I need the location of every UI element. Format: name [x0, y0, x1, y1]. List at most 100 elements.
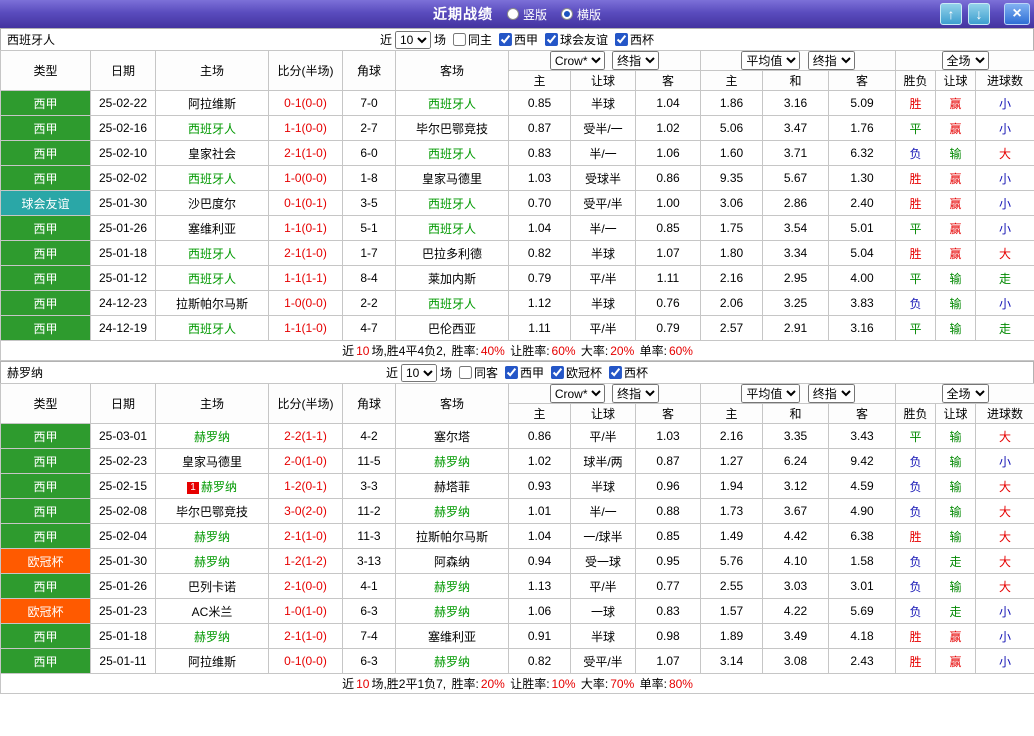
scope-group: 全场 [895, 50, 1034, 71]
corners-cell: 11-5 [342, 448, 396, 474]
asia-away-odds: 0.96 [634, 473, 702, 499]
team-name-text: 西班牙人 [427, 96, 476, 111]
euro-away-odds: 6.32 [828, 140, 897, 166]
date-cell: 25-02-16 [90, 115, 156, 141]
scope-select[interactable]: 全场 [941, 51, 989, 70]
home-team-cell: 塞维利亚 [155, 215, 269, 241]
result-wdl: 胜 [895, 240, 937, 266]
team-name-text: AC米兰 [191, 604, 233, 619]
league-filter-ucl[interactable]: 欧冠杯 [547, 364, 602, 381]
league-filter-laliga[interactable]: 西甲 [495, 31, 538, 48]
asia-handicap: 一/球半 [570, 523, 636, 549]
odds-stage-select[interactable]: 终指 [612, 384, 660, 403]
away-team-cell: 西班牙人 [395, 190, 509, 216]
close-button[interactable]: × [1004, 3, 1030, 25]
asia-away-odds: 0.83 [634, 598, 702, 624]
euro-stage-select[interactable]: 终指 [807, 51, 855, 70]
euro-away-odds: 2.43 [828, 648, 897, 674]
league-checkbox[interactable] [609, 366, 623, 379]
result-goals: 大 [975, 140, 1034, 166]
away-team-cell: 巴拉多利德 [395, 240, 509, 266]
summary-text: 60% [668, 344, 693, 358]
recent-count-select[interactable]: 10 [400, 363, 437, 382]
asia-away-odds: 1.07 [634, 648, 702, 674]
asia-home-odds: 1.02 [508, 448, 571, 474]
league-checkbox[interactable] [615, 33, 629, 46]
results-body: 西甲 25-02-22 阿拉维斯 0-1(0-0) 7-0 西班牙人 0.85 半球 1.04 1… [0, 90, 1034, 341]
euro-draw-odds: 3.12 [762, 473, 830, 499]
asia-handicap: 受平/半 [570, 648, 636, 674]
scope-select[interactable]: 全场 [941, 384, 989, 403]
odds-company-select[interactable]: Crow* [549, 51, 605, 70]
asia-home-odds: 0.79 [508, 265, 571, 291]
corners-cell: 8-4 [342, 265, 396, 291]
team-name-text: 莱加内斯 [427, 271, 476, 286]
team-name-text: 毕尔巴鄂竞技 [175, 504, 248, 519]
scroll-up-button[interactable]: ↑ [940, 3, 962, 25]
league-cell: 欧冠杯 [0, 548, 91, 574]
euro-draw-odds: 6.24 [762, 448, 830, 474]
league-filter-copa[interactable]: 西杯 [605, 364, 648, 381]
score-cell: 0-1(0-0) [268, 648, 343, 674]
same-venue-checkbox[interactable] [458, 366, 472, 379]
euro-stage-select[interactable]: 终指 [807, 384, 855, 403]
summary-text: 80% [668, 677, 693, 691]
euro-draw-odds: 3.49 [762, 623, 830, 649]
odds-company-select[interactable]: Crow* [549, 384, 605, 403]
odds-stage-select[interactable]: 终指 [612, 51, 660, 70]
league-checkbox[interactable] [499, 33, 512, 46]
euro-home-odds: 1.86 [700, 90, 764, 116]
home-team-cell: 赫罗纳 [155, 423, 269, 449]
radio-horizontal-label: 横版 [577, 7, 602, 22]
asia-odds-group: Crow* 终指 [507, 383, 702, 404]
euro-home-odds: 3.06 [700, 190, 764, 216]
table-row: 欧冠杯 25-01-23 AC米兰 1-0(1-0) 6-3 赫罗纳 1.06 一球 0.83 1… [0, 598, 1034, 624]
layout-radio-vertical[interactable]: 竖版 [506, 6, 547, 23]
col-asia-away: 客 [634, 403, 702, 424]
league-cell: 西甲 [0, 623, 91, 649]
result-goals: 大 [975, 523, 1034, 549]
score-cell: 2-0(1-0) [268, 448, 343, 474]
league-checkbox[interactable] [505, 366, 518, 379]
away-team-cell: 赫塔菲 [395, 473, 509, 499]
team-name-text: 西班牙人 [427, 296, 476, 311]
score-cell: 2-1(1-0) [268, 140, 343, 166]
score-cell: 1-2(1-2) [268, 548, 343, 574]
same-venue-filter[interactable]: 同主 [449, 31, 492, 48]
euro-avg-select[interactable]: 平均值 [741, 51, 801, 70]
league-filter-friendly[interactable]: 球会友谊 [541, 31, 608, 48]
euro-away-odds: 5.01 [828, 215, 897, 241]
same-venue-checkbox[interactable] [452, 33, 466, 46]
asia-handicap: 平/半 [570, 265, 636, 291]
col-asia-handicap: 让球 [570, 70, 636, 91]
same-venue-filter[interactable]: 同客 [455, 364, 498, 381]
euro-away-odds: 3.16 [828, 315, 897, 341]
league-filter-copa[interactable]: 西杯 [611, 31, 654, 48]
table-row: 西甲 25-02-22 阿拉维斯 0-1(0-0) 7-0 西班牙人 0.85 半球 1.04 1… [0, 90, 1034, 116]
euro-draw-odds: 5.67 [762, 165, 830, 191]
euro-avg-select[interactable]: 平均值 [741, 384, 801, 403]
league-checkbox[interactable] [545, 33, 559, 46]
team-name-text: 赫罗纳 [433, 454, 470, 469]
away-team-cell: 赫罗纳 [395, 448, 509, 474]
date-cell: 25-03-01 [90, 423, 156, 449]
league-filter-laliga[interactable]: 西甲 [501, 364, 544, 381]
layout-radio-horizontal[interactable]: 横版 [561, 6, 601, 23]
scroll-down-button[interactable]: ↓ [968, 3, 990, 25]
team-name-text: 赫罗纳 [433, 654, 470, 669]
league-cell: 西甲 [0, 573, 91, 599]
league-checkbox[interactable] [551, 366, 565, 379]
home-team-cell: 毕尔巴鄂竞技 [155, 498, 269, 524]
away-team-cell: 拉斯帕尔马斯 [395, 523, 509, 549]
result-handicap: 走 [935, 548, 977, 574]
home-team-cell: 阿拉维斯 [155, 648, 269, 674]
euro-draw-odds: 4.42 [762, 523, 830, 549]
radio-checked-icon[interactable] [561, 8, 573, 20]
euro-home-odds: 1.27 [700, 448, 764, 474]
date-cell: 25-02-22 [90, 90, 156, 116]
recent-count-select[interactable]: 10 [394, 30, 431, 49]
summary-text: 单率: [636, 344, 667, 358]
radio-unchecked-icon[interactable] [506, 8, 519, 20]
team-name-text: 西班牙人 [427, 221, 476, 236]
result-wdl: 平 [895, 265, 937, 291]
